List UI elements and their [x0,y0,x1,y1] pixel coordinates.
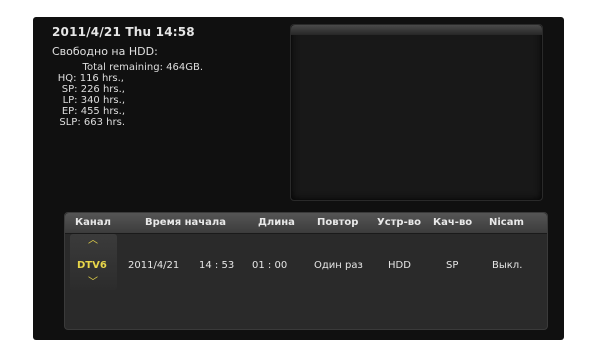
hdd-free-title: Свободно на HDD: [52,45,158,58]
row-length[interactable]: 01 : 00 [252,260,287,271]
row-channel[interactable]: DTV6 [77,260,107,271]
hdd-ep-hours: EP: 455 hrs., [61,106,125,117]
tv-screen: 2011/4/21 Thu 14:58 Свободно на HDD: Tot… [33,17,564,340]
header-channel: Канал [75,217,111,228]
header-start-time: Время начала [145,217,226,228]
row-date[interactable]: 2011/4/21 [128,260,179,271]
header-repeat: Повтор [317,217,359,228]
row-nicam[interactable]: Выкл. [492,260,522,271]
hdd-hq-hours: HQ: 116 hrs., [57,73,124,84]
chevron-up-icon[interactable]: ︿ [88,236,98,246]
hdd-total-remaining: Total remaining: 464GB. [82,62,203,73]
timer-record-panel: Канал Время начала Длина Повтор Устр-во … [64,212,548,330]
row-start-time[interactable]: 14 : 53 [199,260,234,271]
preview-title-bar [291,25,542,35]
video-preview-window [290,24,543,201]
row-device[interactable]: HDD [388,260,411,271]
header-quality: Кач-во [433,217,473,228]
header-nicam: Nicam [489,217,524,228]
row-repeat[interactable]: Один раз [314,260,363,271]
row-quality[interactable]: SP [446,260,458,271]
table-header-row: Канал Время начала Длина Повтор Устр-во … [65,213,547,234]
chevron-down-icon[interactable]: ﹀ [88,278,98,288]
datetime-display: 2011/4/21 Thu 14:58 [52,25,195,39]
header-device: Устр-во [377,217,421,228]
hdd-slp-hours: SLP: 663 hrs. [59,117,125,128]
hdd-lp-hours: LP: 340 hrs., [62,95,125,106]
hdd-sp-hours: SP: 226 hrs., [61,84,125,95]
header-length: Длина [258,217,295,228]
